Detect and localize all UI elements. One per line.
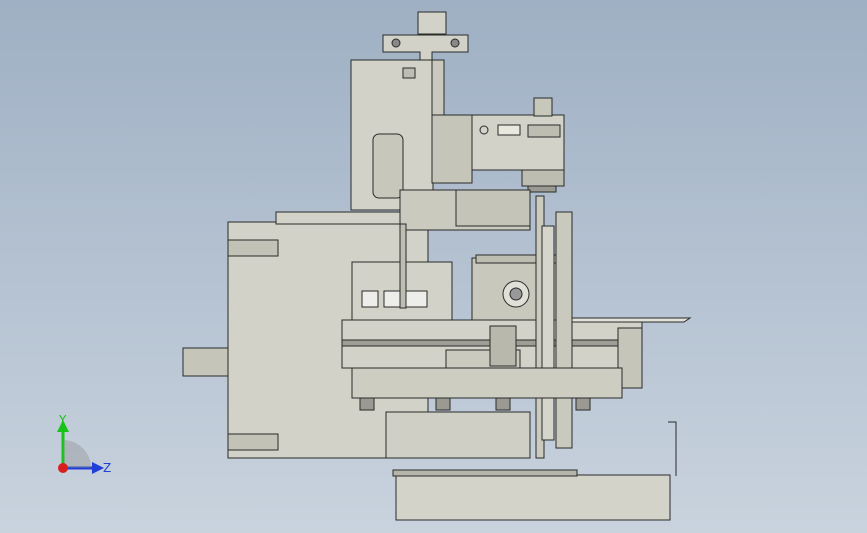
base-plate (395, 474, 671, 521)
y-axis-label: Y (58, 413, 67, 427)
z-axis-label: Z (103, 461, 111, 475)
axis-triad: Y Z (57, 413, 111, 475)
control-box (471, 114, 565, 171)
machine-assembly-model[interactable] (0, 0, 867, 533)
motor-housing (431, 114, 473, 184)
origin-dot (58, 463, 68, 473)
spindle-tube (533, 97, 553, 117)
base-frame (385, 411, 531, 459)
top-cap (417, 11, 447, 35)
conveyor-plate (557, 317, 692, 323)
3d-viewport[interactable]: Y Z (0, 0, 867, 533)
left-motor (182, 347, 229, 377)
